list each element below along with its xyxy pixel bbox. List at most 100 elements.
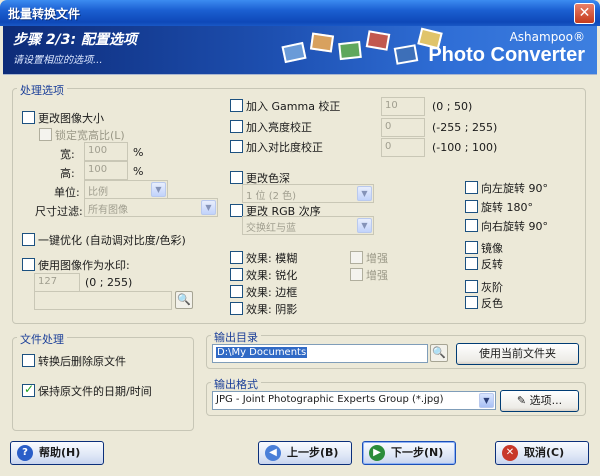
output-directory-label: 输出目录 [211, 329, 261, 345]
back-button[interactable]: ◀ 上一步(B) [258, 441, 352, 465]
unit-select-value: 比例 [88, 187, 108, 198]
effect-border-checkbox[interactable] [230, 285, 243, 298]
unit-select[interactable]: 比例 ▼ [84, 180, 168, 199]
effect-blur-checkbox[interactable] [230, 251, 243, 264]
brand-maker: Ashampoo® [509, 30, 585, 44]
chevron-down-icon: ▼ [201, 200, 216, 215]
chevron-down-icon: ▼ [357, 186, 372, 201]
rotate-right-label: 向右旋转 90° [481, 220, 548, 233]
width-label: 宽: [60, 148, 75, 161]
back-label: 上一步(B) [287, 446, 339, 459]
cancel-icon: ✕ [502, 445, 518, 461]
watermark-label: 使用图像作为水印: [38, 259, 130, 272]
close-icon[interactable]: ✕ [574, 3, 595, 24]
keep-ratio-label: 锁定宽高比(L) [55, 129, 125, 142]
watermark-checkbox[interactable] [22, 258, 35, 271]
brightness-checkbox[interactable] [230, 120, 243, 133]
browse-watermark-button[interactable]: 🔍 [175, 291, 193, 309]
watermark-range: (0 ; 255) [85, 276, 133, 289]
keep-date-checkbox[interactable] [22, 382, 35, 397]
blur-enhance-checkbox[interactable] [350, 251, 363, 264]
output-format-select[interactable]: JPG - Joint Photographic Experts Group (… [212, 391, 496, 410]
rotate-180-checkbox[interactable] [465, 200, 478, 213]
brightness-input[interactable]: 0 [381, 118, 425, 137]
help-button[interactable]: ? 帮助(H) [10, 441, 104, 465]
sharpen-enhance-checkbox[interactable] [350, 268, 363, 281]
auto-optimize-label: 一键优化 (自动调对比度/色彩) [38, 234, 186, 247]
color-depth-checkbox[interactable] [230, 171, 243, 184]
folder-search-icon: 🔍 [177, 293, 191, 306]
title-bar: 批量转换文件 ✕ [0, 0, 600, 26]
blur-enhance-label: 增强 [366, 252, 388, 265]
height-unit: % [133, 165, 144, 178]
output-format-value: JPG - Joint Photographic Experts Group (… [216, 394, 444, 405]
contrast-checkbox[interactable] [230, 140, 243, 153]
resize-checkbox[interactable] [22, 111, 35, 124]
pencil-icon: ✎ [516, 394, 530, 407]
format-options-label: 选项... [529, 394, 563, 407]
size-filter-value: 所有图像 [88, 205, 128, 216]
photo-decoration [309, 32, 335, 53]
brightness-label: 加入亮度校正 [246, 121, 312, 134]
chevron-down-icon: ▼ [479, 393, 494, 408]
gamma-input[interactable]: 10 [381, 97, 425, 116]
gamma-checkbox[interactable] [230, 99, 243, 112]
invert-checkbox[interactable] [465, 296, 478, 309]
watermark-value-input[interactable]: 127 [34, 273, 80, 292]
photo-decoration [338, 40, 362, 61]
browse-output-button[interactable]: 🔍 [430, 344, 448, 362]
photo-decoration [365, 30, 391, 51]
size-filter-select[interactable]: 所有图像 ▼ [84, 198, 218, 217]
effect-border-label: 效果: 边框 [246, 286, 298, 299]
format-options-button[interactable]: ✎ 选项... [500, 390, 579, 412]
rgb-order-select[interactable]: 交换红与蓝 ▼ [242, 216, 374, 235]
chevron-down-icon: ▼ [357, 218, 372, 233]
grayscale-checkbox[interactable] [465, 280, 478, 293]
height-input[interactable]: 100 [84, 161, 128, 180]
effect-shadow-checkbox[interactable] [230, 302, 243, 315]
brightness-range: (-255 ; 255) [432, 121, 498, 134]
mirror-label: 镜像 [481, 242, 503, 255]
color-depth-select[interactable]: 1 位 (2 色) ▼ [242, 184, 374, 203]
cancel-button[interactable]: ✕ 取消(C) [495, 441, 589, 465]
contrast-input[interactable]: 0 [381, 138, 425, 157]
resize-label: 更改图像大小 [38, 112, 104, 125]
output-directory-value: D:\My Documents [216, 347, 308, 358]
chevron-down-icon: ▼ [151, 182, 166, 197]
width-input[interactable]: 100 [84, 142, 128, 161]
contrast-label: 加入对比度校正 [246, 141, 323, 154]
effect-sharpen-label: 效果: 锐化 [246, 269, 298, 282]
output-directory-input[interactable]: D:\My Documents [212, 344, 428, 363]
brand-product: Photo Converter [428, 44, 585, 66]
flip-checkbox[interactable] [465, 257, 478, 270]
delete-original-checkbox[interactable] [22, 354, 35, 367]
rotate-right-checkbox[interactable] [465, 219, 478, 232]
gamma-range: (0 ; 50) [432, 100, 473, 113]
color-depth-value: 1 位 (2 色) [246, 191, 297, 202]
folder-search-icon: 🔍 [432, 346, 446, 359]
height-label: 高: [60, 167, 75, 180]
use-current-folder-button[interactable]: 使用当前文件夹 [456, 343, 579, 365]
help-icon: ? [17, 445, 33, 461]
invert-label: 反色 [481, 297, 503, 310]
keep-ratio-checkbox[interactable] [39, 128, 52, 141]
effect-shadow-label: 效果: 阴影 [246, 303, 298, 316]
mirror-checkbox[interactable] [465, 241, 478, 254]
rotate-left-checkbox[interactable] [465, 181, 478, 194]
auto-optimize-checkbox[interactable] [22, 233, 35, 246]
gamma-label: 加入 Gamma 校正 [246, 100, 341, 113]
sharpen-enhance-label: 增强 [366, 269, 388, 282]
next-button[interactable]: ▶ 下一步(N) [362, 441, 456, 465]
size-filter-label: 尺寸过滤: [35, 205, 83, 218]
arrow-right-icon: ▶ [369, 445, 385, 461]
grayscale-label: 灰阶 [481, 281, 503, 294]
delete-original-label: 转换后删除原文件 [38, 355, 126, 368]
file-handling-label: 文件处理 [17, 331, 67, 347]
keep-date-label: 保持原文件的日期/时间 [38, 385, 152, 398]
watermark-path-input[interactable] [34, 291, 172, 310]
next-label: 下一步(N) [391, 446, 444, 459]
rotate-180-label: 旋转 180° [481, 201, 533, 214]
rgb-order-value: 交换红与蓝 [246, 223, 296, 234]
effect-sharpen-checkbox[interactable] [230, 268, 243, 281]
output-format-label: 输出格式 [211, 376, 261, 392]
